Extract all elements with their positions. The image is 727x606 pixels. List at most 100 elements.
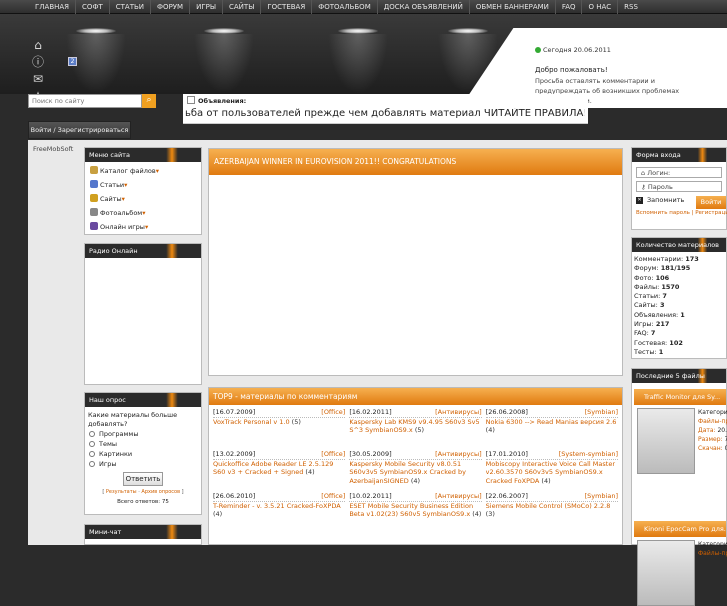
poll-results-link[interactable]: Результаты xyxy=(106,489,137,495)
top9-item-category[interactable]: [Symbian] xyxy=(585,408,618,417)
password-field[interactable]: ⚷ Пароль xyxy=(636,181,722,192)
last-files-box: Последние 5 файлы Traffic Monitor для Sy… xyxy=(631,368,727,606)
top9-item-title[interactable]: Nokia 6300 --> Read Manias версия 2.6 xyxy=(486,418,617,426)
menu-item[interactable]: Фотоальбом▾ xyxy=(85,206,201,220)
site-logo[interactable]: 2 xyxy=(68,57,77,66)
nav-item-8[interactable]: ДОСКА ОБЪЯВЛЕНИЙ xyxy=(378,0,470,14)
last-file-title[interactable]: Kinoni EpocCam Pro для... xyxy=(634,521,726,537)
remember-checkbox[interactable]: ✕ xyxy=(636,196,643,204)
menu-item-icon xyxy=(90,166,98,174)
poll-option[interactable]: Картинки xyxy=(85,449,201,459)
menu-item[interactable]: Онлайн игры▾ xyxy=(85,220,201,234)
stats-row: Гостевая: 102 xyxy=(632,339,726,348)
announcement-label: Объявления: xyxy=(187,96,246,105)
file-meta: КатегориФайлы-прогр... xyxy=(698,540,727,558)
menu-item[interactable]: Каталог файлов▾ xyxy=(85,164,201,178)
file-thumbnail[interactable] xyxy=(637,540,695,606)
nav-item-6[interactable]: ГОСТЕВАЯ xyxy=(261,0,313,14)
nav-item-10[interactable]: FAQ xyxy=(556,0,583,14)
dropdown-arrow-icon: ▾ xyxy=(142,209,146,217)
poll-option[interactable]: Программы xyxy=(85,429,201,439)
top9-item-count: (5) xyxy=(291,417,301,426)
search-button[interactable]: ⌕ xyxy=(142,94,156,108)
info-icon[interactable]: ⓘ xyxy=(30,55,46,69)
top9-item-date: [16.07.2009] xyxy=(213,408,256,416)
radio-button[interactable] xyxy=(89,431,95,437)
mail-icon[interactable]: ✉ xyxy=(30,72,46,86)
key-icon: ⚷ xyxy=(641,183,648,191)
radio-title: Радио Онлайн xyxy=(85,244,201,258)
nav-item-7[interactable]: ФОТОАЛЬБОМ xyxy=(312,0,378,14)
top9-item-category[interactable]: [Антивирусы] xyxy=(435,492,482,501)
top9-item-category[interactable]: [Антивирусы] xyxy=(435,450,482,459)
vote-button[interactable]: Ответить xyxy=(123,472,163,486)
radio-button[interactable] xyxy=(89,461,95,467)
nav-item-3[interactable]: ФОРУМ xyxy=(151,0,191,14)
file-meta: КатегориФайлы-прогр...Дата: 20.06...Разм… xyxy=(698,408,727,453)
menu-item-icon xyxy=(90,180,98,188)
poll-box: Наш опрос Какие материалы больше добавля… xyxy=(84,392,202,515)
stats-value: 217 xyxy=(655,320,670,329)
top9-item-title[interactable]: Kaspersky Mobile Security v8.0.51 S60v3v… xyxy=(349,460,466,485)
minichat-box: Мини-чат xyxy=(84,524,202,545)
nav-item-9[interactable]: ОБМЕН БАННЕРАМИ xyxy=(470,0,556,14)
minichat-title: Мини-чат xyxy=(85,525,201,539)
login-placeholder: Логин: xyxy=(647,169,671,177)
remember-label: Запомнить xyxy=(647,196,685,204)
file-category[interactable]: Файлы-прогр... xyxy=(698,417,727,426)
top9-item-category[interactable]: [Office] xyxy=(321,450,345,459)
poll-archive-link[interactable]: Архив опросов xyxy=(141,489,180,495)
top9-item-category[interactable]: [Office] xyxy=(321,492,345,501)
top9-item-title[interactable]: Siemens Mobile Control (SMoCo) 2.2.8 xyxy=(486,502,611,510)
nav-item-11[interactable]: О НАС xyxy=(582,0,619,14)
radio-box: Радио Онлайн xyxy=(84,243,202,385)
top9-item-header: [16.07.2009] [Office] xyxy=(213,408,346,418)
nav-item-2[interactable]: СТАТЬИ xyxy=(110,0,152,14)
top9-item-title[interactable]: VoxTrack Personal v 1.0 xyxy=(213,418,290,426)
top9-item-date: [17.01.2010] xyxy=(485,450,528,458)
login-submit-button[interactable]: Войти xyxy=(696,196,726,209)
top9-item-category[interactable]: [System-symbian] xyxy=(559,450,618,459)
nav-item-4[interactable]: ИГРЫ xyxy=(190,0,223,14)
news-title[interactable]: AZERBAIJAN WINNER IN EUROVISION 2011!! C… xyxy=(209,149,622,175)
menu-item-label: Каталог файлов xyxy=(100,167,156,175)
login-register-button[interactable]: Войти / Зарегистрироваться xyxy=(28,121,131,139)
login-links[interactable]: Вспомнить пароль | Регистрация xyxy=(632,210,727,216)
file-size-label: Размер: xyxy=(698,436,723,443)
poll-option[interactable]: Игры xyxy=(85,459,201,469)
home-icon[interactable]: ⌂ xyxy=(30,38,46,52)
radio-button[interactable] xyxy=(89,451,95,457)
radio-button[interactable] xyxy=(89,441,95,447)
top9-item-count: (4) xyxy=(305,468,315,476)
announcement-text: ьба от пользователей прежде чем добавлят… xyxy=(185,108,585,119)
top9-item: [13.02.2009] [Office] Quickoffice Adobe Re… xyxy=(213,450,346,488)
top9-item-category[interactable]: [Антивирусы] xyxy=(435,408,482,417)
stats-label: Файлы: xyxy=(634,282,660,291)
nav-item-5[interactable]: САЙТЫ xyxy=(223,0,262,14)
file-thumbnail[interactable] xyxy=(637,408,695,474)
last-file-title[interactable]: Traffic Monitor для Sy... xyxy=(634,389,726,405)
stats-label: Сайты: xyxy=(634,301,658,310)
top9-item-title[interactable]: T-Reminder - v. 3.5.21 Cracked-FoXPDA xyxy=(213,502,341,510)
top9-item: [26.06.2010] [Office] T-Reminder - v. 3.5.… xyxy=(213,492,346,530)
top9-item-count: (3) xyxy=(485,510,495,518)
menu-item[interactable]: Сайты▾ xyxy=(85,192,201,206)
file-category-label: Категори xyxy=(698,409,727,416)
menu-item[interactable]: Статьи▾ xyxy=(85,178,201,192)
top9-item-category[interactable]: [Office] xyxy=(321,408,345,417)
nav-item-1[interactable]: СОФТ xyxy=(76,0,110,14)
stats-label: Объявления: xyxy=(634,310,679,319)
stats-box: Количество материалов Комментарии: 173 Фо… xyxy=(631,237,727,359)
stats-label: Гостевая: xyxy=(634,338,668,347)
top9-item-header: [26.06.2010] [Office] xyxy=(213,492,346,502)
login-field[interactable]: ⌂ Логин: xyxy=(636,167,722,178)
search-input[interactable] xyxy=(28,94,142,108)
nav-item-12[interactable]: RSS xyxy=(618,0,644,14)
file-category[interactable]: Файлы-прогр... xyxy=(698,549,727,558)
poll-option[interactable]: Темы xyxy=(85,439,201,449)
nav-item-0[interactable]: ГЛАВНАЯ xyxy=(29,0,77,14)
top9-item-category[interactable]: [Symbian] xyxy=(585,492,618,501)
top9-item-title[interactable]: ESET Mobile Security Business Edition Be… xyxy=(349,502,473,519)
top9-grid: [16.07.2009] [Office] VoxTrack Personal v … xyxy=(209,405,622,537)
top9-item-title[interactable]: Quickoffice Adobe Reader LE 2.5.129 S60 … xyxy=(213,460,333,477)
